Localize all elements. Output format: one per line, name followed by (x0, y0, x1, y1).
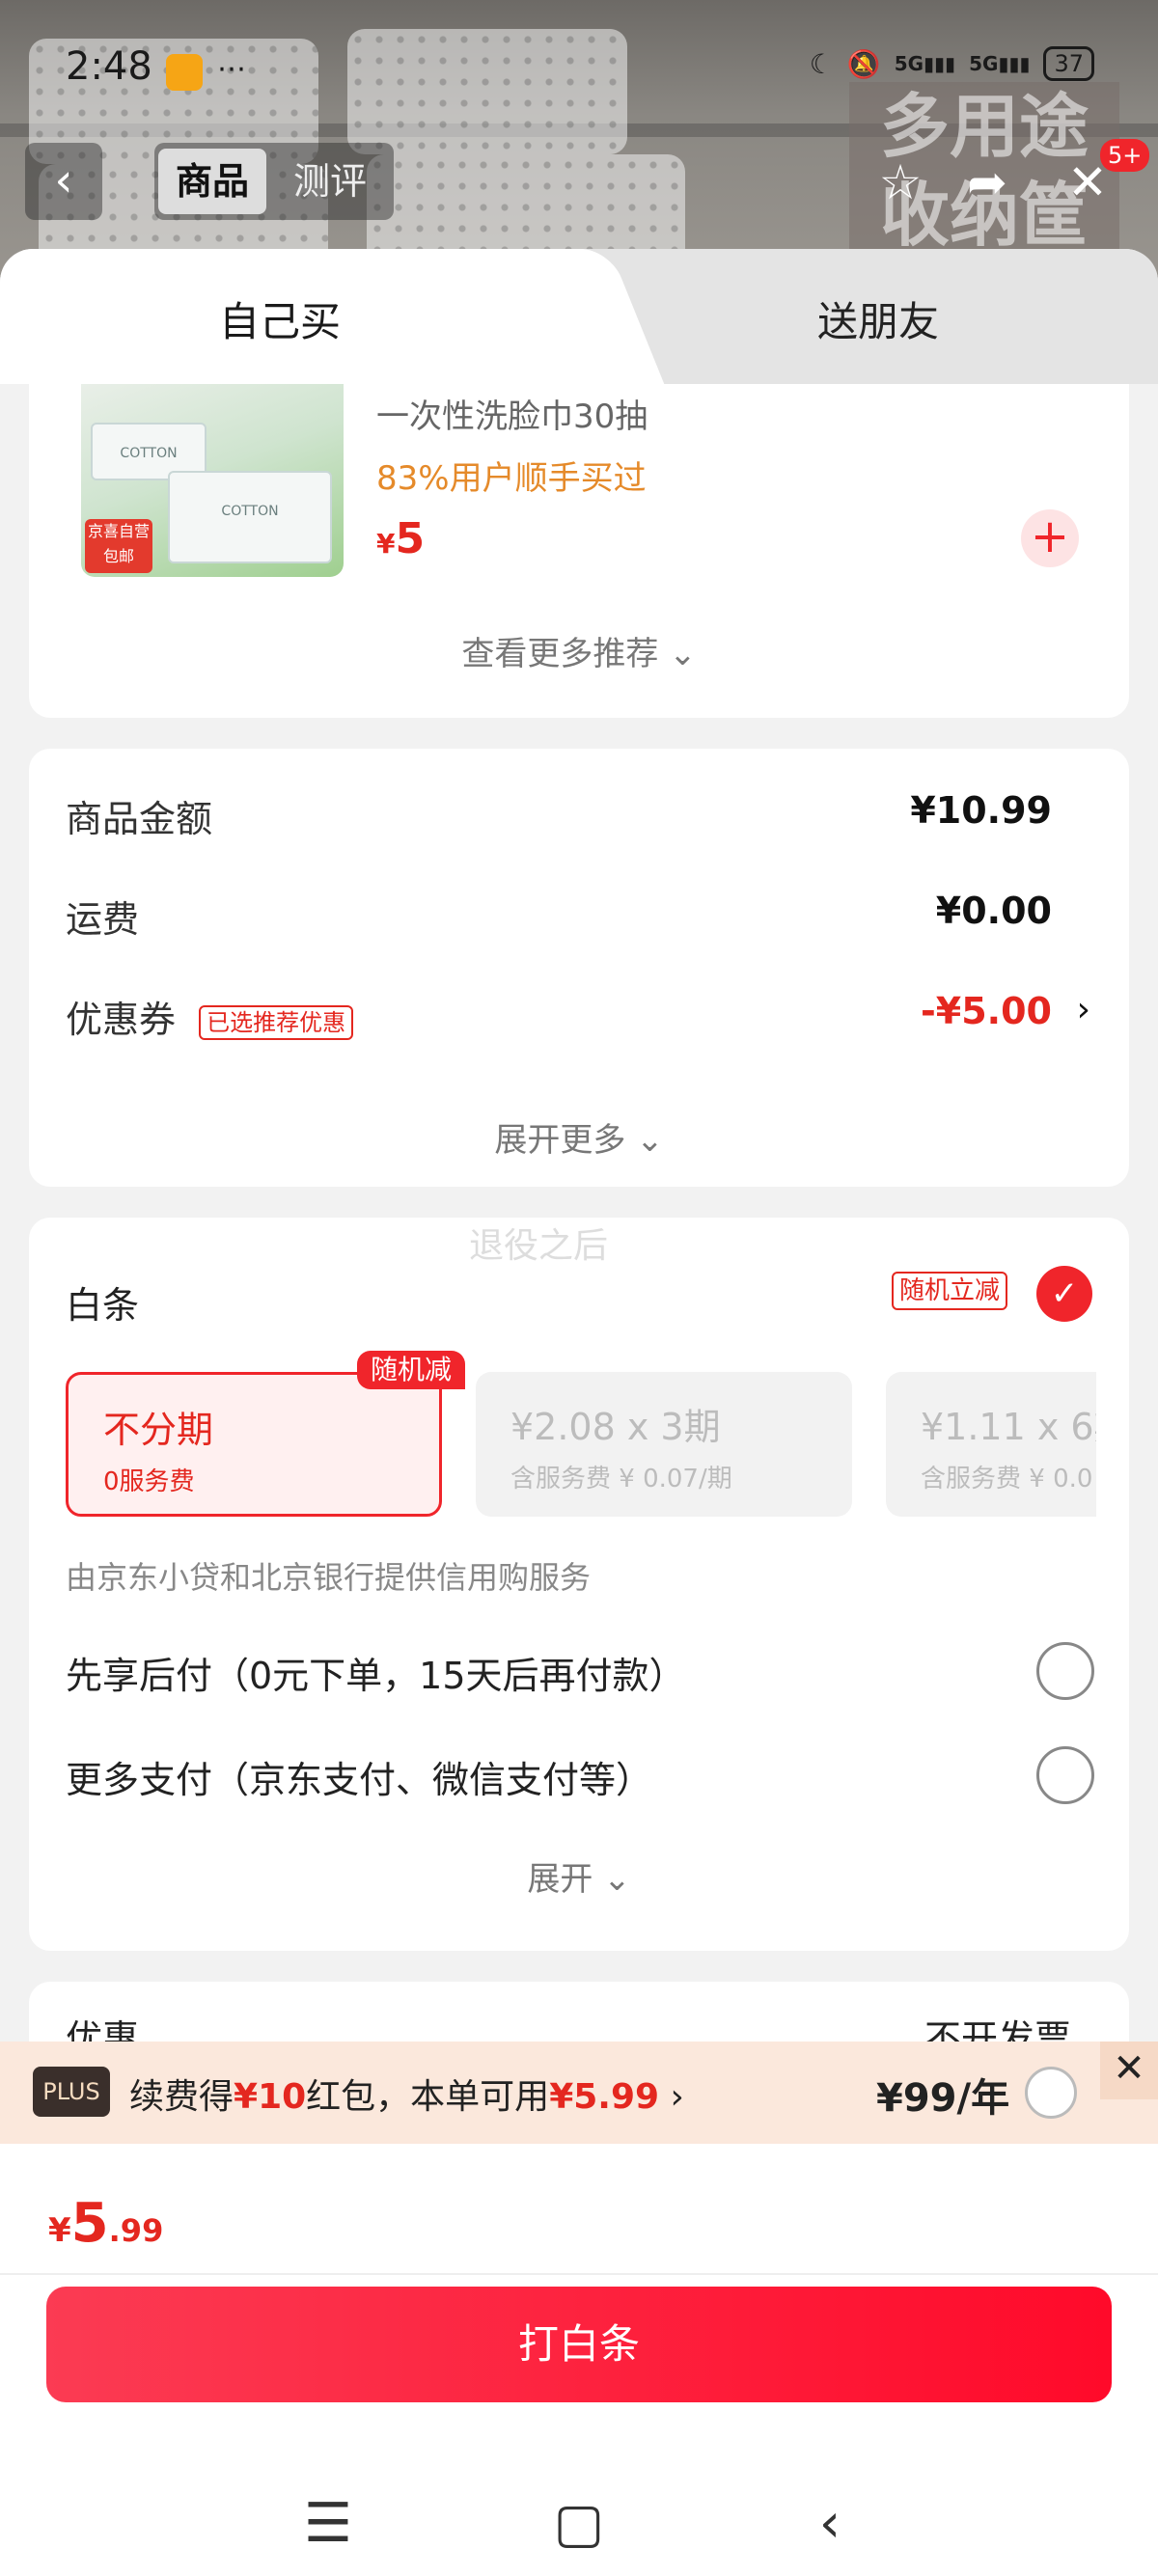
system-nav-bar: ☰ ▢ ‹ (0, 2472, 1158, 2576)
tab-buy-self-label: 自己买 (218, 298, 341, 345)
tab-review[interactable]: 测评 (282, 149, 378, 214)
status-bar: 2:48 ⋯ ☾ 🔕 5G▮▮▮ 5G▮▮▮ 37 (0, 39, 1158, 96)
tab-gift-friend[interactable]: 送朋友 (627, 289, 1129, 348)
menu-icon[interactable]: ☰ (290, 2485, 367, 2562)
credit-provider-text: 由京东小贷和北京银行提供信用购服务 (66, 1559, 592, 1596)
mute-icon: 🔕 (846, 47, 881, 80)
coupon-row[interactable]: 优惠券 已选推荐优惠 -¥5.00 (66, 990, 1052, 1043)
back-icon[interactable]: ‹ (791, 2485, 868, 2562)
plan-no-installment[interactable]: 不分期 0服务费 (66, 1372, 442, 1517)
more-recommendations-link[interactable]: 查看更多推荐 ⌄ (29, 627, 1129, 674)
recommend-card: COTTON COTTON 京喜自营 包邮 一次性洗脸巾30抽 83%用户顺手买… (29, 384, 1129, 718)
expand-more-link[interactable]: 展开更多 ⌄ (29, 1113, 1129, 1161)
top-nav: ‹ 商品 测评 ☆ ➦ ✕ 5+ (0, 139, 1158, 220)
plan-title: ¥2.08 x 3期 (510, 1406, 721, 1448)
coupon-value: -¥5.00 (921, 990, 1052, 1032)
shipping-label: 运费 (66, 898, 140, 941)
plus-price: ¥99/年 (876, 2076, 1010, 2121)
divider (0, 2273, 1158, 2275)
more-payment-option[interactable]: 更多支付（京东支付、微信支付等） (66, 1750, 652, 1803)
expand-payment-link[interactable]: 展开 ⌄ (29, 1852, 1129, 1900)
pay-with-baitiao-button[interactable]: 打白条 (46, 2287, 1112, 2402)
plan-6-installments[interactable]: ¥1.11 x 6期 含服务费 ¥ 0.0 (886, 1372, 1096, 1517)
notification-badge: 5+ (1100, 139, 1150, 172)
total-price: ¥5.99 (48, 2192, 164, 2255)
tab-product[interactable]: 商品 (158, 149, 266, 214)
plan-title: 不分期 (103, 1409, 214, 1451)
plan-random-tag: 随机减 (357, 1351, 466, 1389)
plan-title: ¥1.11 x 6期 (921, 1406, 1096, 1448)
pack-image: COTTON (168, 471, 332, 563)
shipping-row: 运费 ¥0.00 (66, 890, 1052, 943)
moon-icon: ☾ (809, 47, 834, 80)
plus-promo-text[interactable]: 续费得¥10红包，本单可用¥5.99 › (129, 2069, 684, 2119)
more-notifications-icon: ⋯ (217, 52, 248, 86)
plus-promo-bar: PLUS 续费得¥10红包，本单可用¥5.99 › ¥99/年 ✕ (0, 2042, 1158, 2144)
buy-mode-tabs: 自己买 送朋友 (0, 249, 1158, 384)
plan-subtitle: 含服务费 ¥ 0.0 (921, 1465, 1093, 1494)
more-payment-radio[interactable] (1036, 1746, 1094, 1804)
coupon-label: 优惠券 (66, 999, 177, 1041)
baitiao-card: 退役之后 白条 随机立减 ✓ 不分期 0服务费 ¥2.08 x 3期 含服务费 … (29, 1218, 1129, 1951)
product-thumbnail[interactable]: COTTON COTTON 京喜自营 包邮 (81, 384, 344, 577)
back-button[interactable]: ‹ (25, 143, 102, 220)
coupon-tag: 已选推荐优惠 (199, 1004, 354, 1040)
plus-logo: PLUS (33, 2067, 110, 2117)
shipping-value: ¥0.00 (935, 890, 1052, 932)
checkout-footer: ¥5.99 打白条 ☰ ▢ ‹ (0, 2144, 1158, 2576)
plan-3-installments[interactable]: ¥2.08 x 3期 含服务费 ¥ 0.07/期 (476, 1372, 852, 1517)
status-time: 2:48 (66, 44, 152, 89)
favorite-star-icon[interactable]: ☆ (868, 151, 932, 214)
store-tag: 京喜自营 包邮 (85, 519, 152, 573)
app-notification-icon (166, 54, 203, 91)
share-icon[interactable]: ➦ (955, 151, 1019, 214)
plus-select-radio[interactable] (1025, 2067, 1077, 2119)
close-icon[interactable]: ✕ (1100, 2042, 1158, 2099)
status-right: ☾ 🔕 5G▮▮▮ 5G▮▮▮ 37 (810, 46, 1094, 81)
tab-buy-self[interactable]: 自己买 (0, 249, 579, 384)
repurchase-rate: 83%用户顺手买过 (376, 459, 647, 498)
product-price: ¥5 (376, 514, 426, 563)
home-icon[interactable]: ▢ (540, 2485, 618, 2562)
order-summary-card: 商品金额 ¥10.99 运费 ¥0.00 优惠券 已选推荐优惠 -¥5.00 ›… (29, 749, 1129, 1187)
pay-later-option[interactable]: 先享后付（0元下单，15天后再付款） (66, 1646, 686, 1699)
product-name[interactable]: 一次性洗脸巾30抽 (376, 390, 648, 437)
signal-icon: 5G▮▮▮ (894, 52, 956, 75)
plan-subtitle: 含服务费 ¥ 0.07/期 (510, 1465, 732, 1494)
add-to-order-button[interactable]: + (1021, 509, 1079, 567)
pay-later-radio[interactable] (1036, 1642, 1094, 1700)
signal-icon: 5G▮▮▮ (969, 52, 1031, 75)
header-tabs: 商品 测评 (154, 143, 394, 220)
goods-amount-value: ¥10.99 (910, 789, 1052, 832)
plan-subtitle: 0服务费 (103, 1467, 195, 1496)
battery-icon: 37 (1043, 46, 1094, 81)
goods-amount-label: 商品金额 (66, 798, 213, 840)
goods-amount-row: 商品金额 ¥10.99 (66, 789, 1052, 842)
chevron-right-icon[interactable]: › (1077, 990, 1090, 1029)
installment-plans: 不分期 0服务费 ¥2.08 x 3期 含服务费 ¥ 0.07/期 ¥1.11 … (66, 1218, 1096, 1526)
